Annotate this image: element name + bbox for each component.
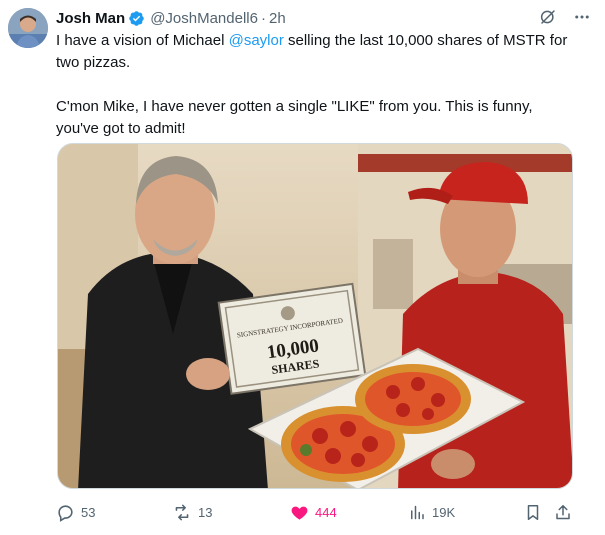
share-icon: [556, 504, 570, 519]
pizza-shares-illustration: SIGNSTRATEGY INCORPORATED 10,000 SHARES: [58, 144, 572, 488]
tweet-text-part: I have a vision of Michael: [56, 32, 229, 49]
more-icon[interactable]: [573, 8, 591, 26]
share-certificate: SIGNSTRATEGY INCORPORATED 10,000 SHARES: [217, 282, 367, 395]
grok-icon[interactable]: [539, 8, 557, 26]
bookmark-icon: [527, 504, 539, 520]
author-name[interactable]: Josh Man: [56, 10, 125, 27]
repost-button[interactable]: 13: [172, 500, 212, 524]
avatar-image: [8, 8, 48, 48]
views-icon: [411, 505, 424, 519]
like-count: 444: [315, 504, 337, 520]
verified-badge-icon: [128, 10, 145, 27]
like-button[interactable]: 444: [290, 500, 337, 524]
tweet-header: Josh Man @JoshMandell6 · 2h: [56, 8, 595, 28]
tweet-actions: 53 13 444 19K: [56, 500, 576, 524]
reply-count: 53: [81, 504, 96, 520]
tweet-text: I have a vision of Michael @saylor selli…: [56, 30, 576, 140]
tweet-paragraph-1: I have a vision of Michael @saylor selli…: [56, 30, 576, 74]
header-actions: [539, 8, 591, 26]
separator-dot: ·: [260, 9, 266, 27]
views-button[interactable]: 19K: [408, 500, 455, 524]
heart-icon: [291, 506, 308, 520]
tweet-paragraph-2: C'mon Mike, I have never gotten a single…: [56, 98, 533, 137]
repost-icon: [175, 504, 189, 520]
share-button[interactable]: [554, 500, 578, 524]
timestamp[interactable]: 2h: [269, 10, 286, 27]
tweet: Josh Man @JoshMandell6 · 2h I have a vis…: [0, 0, 605, 535]
mention-link[interactable]: @saylor: [229, 32, 284, 49]
bookmark-button[interactable]: [524, 500, 548, 524]
views-count: 19K: [432, 504, 456, 520]
reply-button[interactable]: 53: [56, 500, 95, 524]
tweet-image[interactable]: SIGNSTRATEGY INCORPORATED 10,000 SHARES: [57, 143, 573, 489]
repost-count: 13: [198, 504, 213, 520]
pizza-2: [355, 364, 471, 434]
reply-icon: [58, 504, 73, 522]
author-handle[interactable]: @JoshMandell6: [150, 10, 258, 27]
avatar[interactable]: [8, 8, 48, 48]
